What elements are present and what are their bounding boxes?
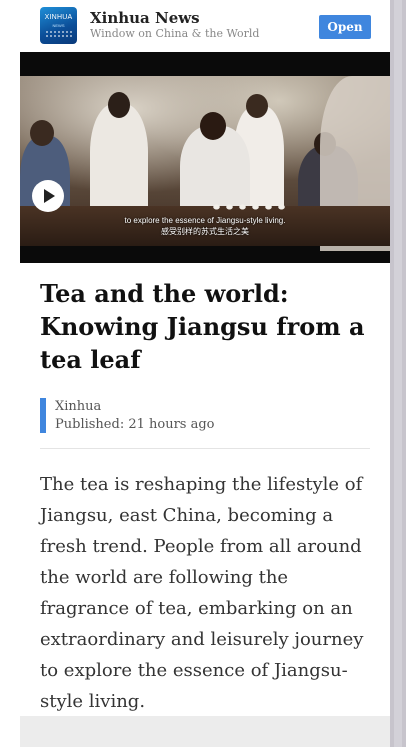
- published-label: Published:: [55, 417, 125, 432]
- logo-globe-pattern: [45, 30, 72, 38]
- divider: [40, 448, 370, 449]
- scrollbar-thumb[interactable]: [394, 0, 402, 747]
- published-line: Published: 21 hours ago: [55, 417, 215, 432]
- play-button[interactable]: [32, 180, 64, 212]
- article-body: The tea is reshaping the lifestyle of Ji…: [40, 474, 364, 712]
- logo-text: XINHUA: [44, 14, 73, 21]
- app-tagline: Window on China & the World: [90, 27, 260, 40]
- article-headline: Tea and the world: Knowing Jiangsu from …: [40, 279, 365, 374]
- logo-subtext: NEWS: [52, 23, 65, 28]
- scene-tea-cups: [210, 202, 290, 212]
- xinhua-logo-icon: XINHUA NEWS: [40, 7, 77, 44]
- scene-figure: [108, 92, 130, 118]
- app-download-banner: XINHUA NEWS Xinhua News Window on China …: [20, 0, 390, 52]
- video-player[interactable]: to explore the essence of Jiangsu-style …: [20, 52, 390, 263]
- video-subtitle-english: to explore the essence of Jiangsu-style …: [124, 216, 286, 225]
- scene-figure: [30, 120, 54, 146]
- published-time: 21 hours ago: [128, 417, 215, 432]
- footer-strip: [20, 716, 390, 747]
- scene-figure: [246, 94, 268, 118]
- scene-figure: [200, 112, 226, 140]
- video-subtitle-chinese: 感受别样的苏式生活之美: [161, 227, 249, 236]
- page-scrollbar[interactable]: [390, 0, 406, 747]
- app-name: Xinhua News: [90, 9, 200, 27]
- play-icon: [44, 189, 55, 203]
- source-accent-bar: [40, 398, 46, 433]
- article-source: Xinhua: [55, 399, 102, 414]
- open-app-button[interactable]: Open: [319, 15, 371, 39]
